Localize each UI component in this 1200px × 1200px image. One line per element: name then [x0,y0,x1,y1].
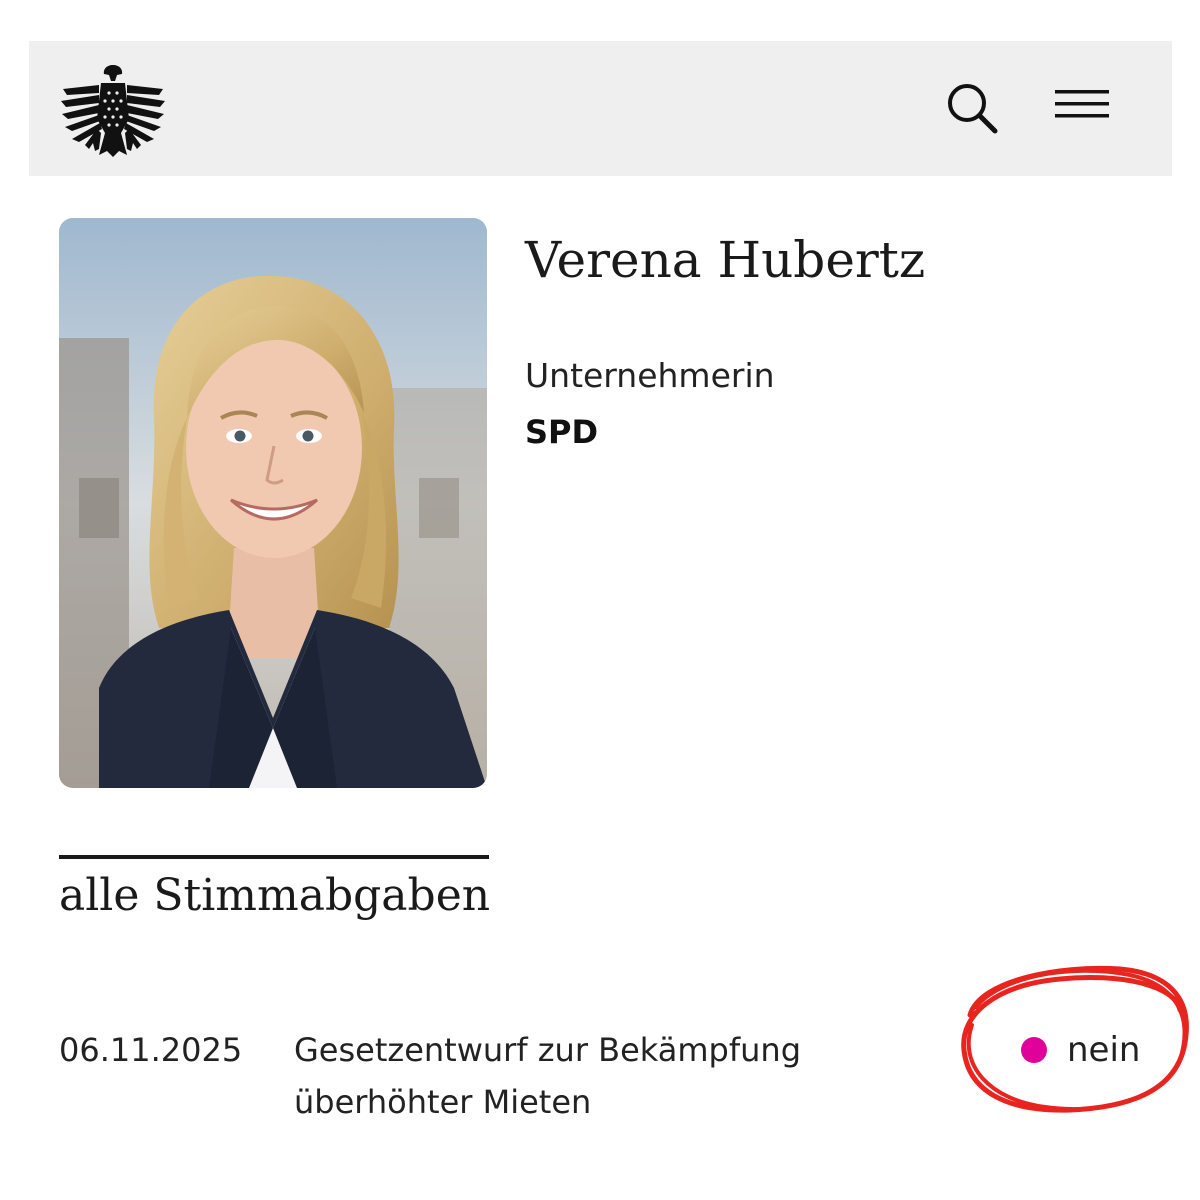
section-title: alle Stimmabgaben [59,870,491,921]
vote-date: 06.11.2025 [59,1031,243,1069]
member-profession: Unternehmerin [525,356,775,395]
profile-photo [59,218,487,788]
vote-title[interactable]: Gesetzentwurf zur Bekämpfung überhöhter … [294,1024,934,1128]
hamburger-menu-icon [1055,90,1109,118]
vote-no-dot-icon [1021,1037,1047,1063]
page: Verena Hubertz Unternehmerin SPD alle St… [0,0,1200,1200]
vote-result[interactable]: nein [1021,1024,1140,1076]
search-button[interactable] [945,81,1001,137]
search-icon [948,84,998,134]
site-header [29,41,1172,176]
menu-button[interactable] [1053,87,1113,127]
vote-result-label: nein [1067,1030,1141,1070]
vote-row[interactable]: 06.11.2025 Gesetzentwurf zur Bekämpfung … [59,1020,1169,1130]
section-divider [59,855,489,859]
member-party: SPD [525,413,599,451]
member-name: Verena Hubertz [525,231,926,289]
federal-eagle-icon[interactable] [59,59,167,159]
